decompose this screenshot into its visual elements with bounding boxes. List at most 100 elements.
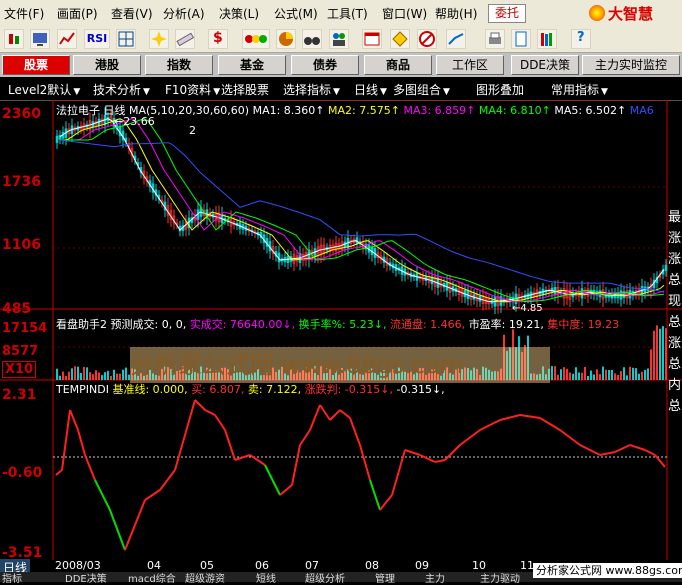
forbid-icon[interactable] [417,29,437,49]
volume-bar [659,328,661,380]
candle-body [55,135,59,143]
volume-bar [92,374,94,380]
traffic-light-icon[interactable] [242,29,270,49]
volume-bar [644,369,646,380]
candlestick-icon[interactable] [4,29,24,49]
bottom-tab-indicator[interactable]: 指标 [2,570,22,585]
volume-bar [62,371,64,380]
menu-help[interactable]: 帮助(H) [435,5,477,22]
crosshair-icon[interactable] [149,29,169,49]
menu-screen[interactable]: 画面(P) [57,5,98,22]
rsi-icon[interactable]: RSI [84,29,110,49]
pie-icon[interactable] [276,29,296,49]
volume-bar [647,368,649,380]
indicator-segment [359,444,371,481]
tab-funds[interactable]: 基金 [218,55,286,75]
ma3-value: MA3: 6.859↑ [403,104,476,117]
select-stock-button[interactable]: 选择股票 [221,81,269,98]
common-indicator-button[interactable]: 常用指标 ▼ [551,81,608,98]
monitor-icon[interactable] [30,29,50,49]
indicator-segment [654,454,666,468]
tab-hk-stocks[interactable]: 港股 [73,55,141,75]
bottom-tab-super-analysis[interactable]: 超级分析 [305,570,345,585]
market-tabs: 股票 港股 指数 基金 债券 商品 工作区 DDE决策 主力实时监控 [0,53,682,77]
menu-formula[interactable]: 公式(M) [274,5,318,22]
indicator-segment [319,404,331,421]
tab-commodities[interactable]: 商品 [364,55,432,75]
volume-bar [56,368,58,380]
indicator-last: -0.315↓, [396,383,445,396]
trend-icon[interactable] [446,29,466,49]
indicator-axis-label-mid: -0.60 [2,465,43,481]
volume-bar [95,370,97,380]
price-axis-label-bottom: 485 [2,301,32,317]
tab-stocks[interactable]: 股票 [2,55,70,75]
indicator-segment [479,419,501,431]
tab-workspace[interactable]: 工作区 [436,55,504,75]
moving-average-line [59,139,665,293]
f10-button[interactable]: F10资料 ▼ [165,81,220,98]
volume-bar [638,373,640,380]
bottom-tab-short[interactable]: 短线 [256,570,276,585]
tab-bonds[interactable]: 债券 [291,55,359,75]
bottom-tab-hot-money[interactable]: 超级游资 [185,570,225,585]
indicator-name: TEMPINDI [56,383,109,396]
ruler-icon[interactable] [175,29,195,49]
dollar-icon[interactable]: $ [208,29,228,49]
bottom-tab-manage[interactable]: 管理 [375,570,395,585]
technical-analysis-button[interactable]: 技术分析 ▼ [93,81,150,98]
people-icon[interactable] [329,29,349,49]
toolbar: RSI $ ? [0,26,682,53]
volume-bar [83,366,85,380]
select-indicator-button[interactable]: 选择指标 ▼ [283,81,340,98]
weituo-button[interactable]: 委托 [488,4,526,23]
indicator-segment [614,444,631,453]
grid-icon[interactable] [116,29,136,49]
menu-analysis[interactable]: 分析(A) [163,5,205,22]
tab-index[interactable]: 指数 [145,55,213,75]
indicator-segment [629,444,646,451]
bottom-tab-main-force[interactable]: 主力 [425,570,445,585]
volume-bar [80,372,82,380]
window-icon[interactable] [362,29,382,49]
brand-name: 大智慧 [608,5,654,23]
volume-bar [596,369,598,380]
tab-main-monitor[interactable]: 主力实时监控 [582,55,680,75]
overlay-button[interactable]: 图形叠加 [476,81,524,98]
bottom-tab-dde[interactable]: DDE决策 [65,570,107,585]
volume-bar [65,375,67,380]
volume-bar [620,371,622,380]
multi-chart-button[interactable]: 多图组合 ▼ [393,81,450,98]
chart-icon[interactable] [57,29,77,49]
bottom-tab-main-drive[interactable]: 主力驱动 [480,570,520,585]
side-panel-char: 总 [668,399,682,414]
books-icon[interactable] [537,29,557,49]
menu-window[interactable]: 窗口(W) [382,5,427,22]
bottom-tab-macd[interactable]: macd综合 [128,570,176,585]
level2-default-button[interactable]: Level2默认 ▼ [8,81,80,98]
diamond-icon[interactable] [390,29,410,49]
binoculars-icon[interactable] [302,29,322,49]
price-axis-label-top: 2360 [2,106,41,122]
ma2-value: MA2: 7.575↑ [328,104,400,117]
indicator-segment [69,409,79,431]
menu-view[interactable]: 查看(V) [111,5,153,22]
document-icon[interactable] [511,29,531,49]
menu-tools[interactable]: 工具(T) [327,5,368,22]
tab-dde-decision[interactable]: DDE决策 [511,55,579,75]
price-axis-label-3: 1106 [2,237,41,253]
menu-decision[interactable]: 决策(L) [219,5,259,22]
side-panel-char: 总 [668,273,682,288]
help-icon[interactable]: ? [571,29,591,49]
turnover-rate: 换手率%: 5.23↓, [298,318,387,331]
volume-bar [110,375,112,380]
print-icon[interactable] [485,29,505,49]
indicator-buy: 买: 6.807, [191,383,245,396]
daily-line-button[interactable]: 日线 ▼ [354,81,387,98]
side-panel-char: 内 [668,378,682,393]
menu-file[interactable]: 文件(F) [4,5,44,22]
indicator-segment [124,524,136,551]
low-price-marker: ←4.85 [512,303,543,314]
volume-bar [113,369,115,380]
chart-area[interactable]: 2360 1736 1106 485 17154 8577 X10 2.31 -… [0,100,682,561]
